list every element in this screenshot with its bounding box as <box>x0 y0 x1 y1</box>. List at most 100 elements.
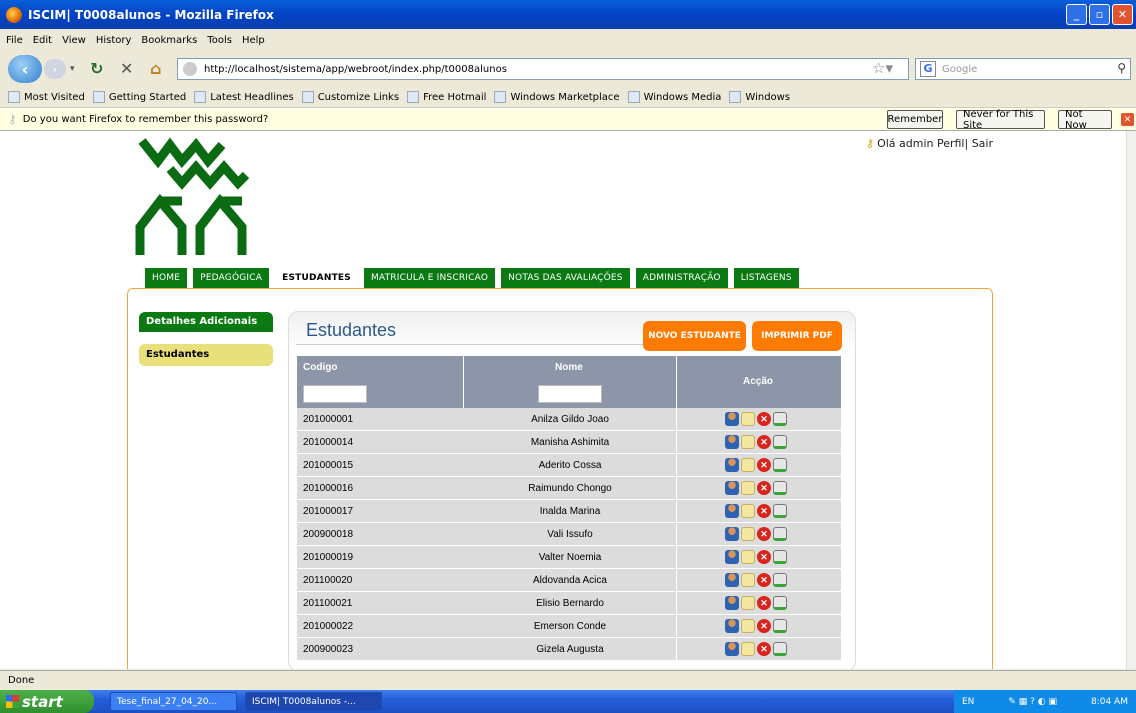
delete-icon[interactable]: ✕ <box>757 412 771 426</box>
edit-icon[interactable] <box>741 458 755 472</box>
edit-icon[interactable] <box>741 481 755 495</box>
print-icon[interactable] <box>773 550 787 564</box>
bookmark-item[interactable]: Getting Started <box>92 91 186 103</box>
bookmark-item[interactable]: Latest Headlines <box>194 91 294 103</box>
view-user-icon[interactable] <box>725 481 739 495</box>
menu-history[interactable]: History <box>96 35 132 46</box>
header-nome[interactable]: Nome <box>555 362 583 373</box>
not-now-button[interactable]: Not Now <box>1058 109 1112 131</box>
stop-icon[interactable]: ✕ <box>120 59 133 78</box>
tab-6[interactable]: LISTAGENS <box>733 268 799 288</box>
delete-icon[interactable]: ✕ <box>757 481 771 495</box>
bookmark-item[interactable]: Windows <box>729 91 790 103</box>
search-icon[interactable]: ⚲ <box>1117 61 1126 75</box>
bookmark-item[interactable]: Free Hotmail <box>407 91 486 103</box>
view-user-icon[interactable] <box>725 619 739 633</box>
tab-3[interactable]: MATRICULA E INSCRICAO <box>363 268 496 288</box>
tab-1[interactable]: PEDAGÓGICA <box>193 268 270 288</box>
view-user-icon[interactable] <box>725 527 739 541</box>
search-placeholder: Google <box>942 63 978 75</box>
back-button[interactable]: ‹ <box>8 55 42 83</box>
tray-icons[interactable]: ✎ ▦ ? ◐ ▣ <box>1008 697 1057 707</box>
edit-icon[interactable] <box>741 619 755 633</box>
view-user-icon[interactable] <box>725 504 739 518</box>
menu-help[interactable]: Help <box>242 35 265 46</box>
history-dropdown-icon[interactable]: ▾ <box>70 64 75 74</box>
delete-icon[interactable]: ✕ <box>757 527 771 541</box>
taskbar-item-firefox[interactable]: ISCIM| T0008alunos -... <box>245 692 382 711</box>
print-icon[interactable] <box>773 619 787 633</box>
edit-icon[interactable] <box>741 642 755 656</box>
view-user-icon[interactable] <box>725 573 739 587</box>
start-button[interactable]: start <box>0 690 94 713</box>
delete-icon[interactable]: ✕ <box>757 573 771 587</box>
edit-icon[interactable] <box>741 504 755 518</box>
maximize-button[interactable]: ▫ <box>1089 4 1110 25</box>
bookmark-item[interactable]: Customize Links <box>301 91 399 103</box>
url-bar[interactable]: http://localhost/sistema/app/webroot/ind… <box>177 58 909 80</box>
view-user-icon[interactable] <box>725 550 739 564</box>
tab-0[interactable]: HOME <box>145 268 188 288</box>
print-icon[interactable] <box>773 458 787 472</box>
edit-icon[interactable] <box>741 435 755 449</box>
view-user-icon[interactable] <box>725 435 739 449</box>
print-icon[interactable] <box>773 412 787 426</box>
forward-button[interactable]: › <box>44 59 66 79</box>
print-icon[interactable] <box>773 596 787 610</box>
header-codigo[interactable]: Codigo <box>303 362 337 373</box>
bookmark-item[interactable]: Most Visited <box>8 91 85 103</box>
print-icon[interactable] <box>773 435 787 449</box>
menu-bookmarks[interactable]: Bookmarks <box>141 35 197 46</box>
print-icon[interactable] <box>773 573 787 587</box>
view-user-icon[interactable] <box>725 458 739 472</box>
reload-icon[interactable]: ↻ <box>90 59 103 78</box>
view-user-icon[interactable] <box>725 596 739 610</box>
edit-icon[interactable] <box>741 412 755 426</box>
view-user-icon[interactable] <box>725 412 739 426</box>
user-greeting[interactable]: Olá admin Perfil| Sair <box>877 137 993 150</box>
taskbar-item-document[interactable]: Tese_final_27_04_20... <box>110 692 237 711</box>
filter-codigo-input[interactable] <box>303 385 367 403</box>
menu-edit[interactable]: Edit <box>33 35 52 46</box>
menu-file[interactable]: File <box>6 35 23 46</box>
delete-icon[interactable]: ✕ <box>757 596 771 610</box>
edit-icon[interactable] <box>741 527 755 541</box>
menu-tools[interactable]: Tools <box>207 35 232 46</box>
close-notification-icon[interactable]: ✕ <box>1121 113 1134 126</box>
close-button[interactable]: ✕ <box>1112 4 1133 25</box>
sidebar-details-header[interactable]: Detalhes Adicionais <box>139 312 273 332</box>
edit-icon[interactable] <box>741 573 755 587</box>
language-indicator[interactable]: EN <box>962 697 974 707</box>
remember-button[interactable]: Remember <box>887 110 943 129</box>
home-icon[interactable]: ⌂ <box>150 59 161 78</box>
edit-icon[interactable] <box>741 550 755 564</box>
never-for-this-site-button[interactable]: Never for This Site <box>956 109 1045 131</box>
tab-2[interactable]: ESTUDANTES <box>275 268 358 288</box>
tab-5[interactable]: ADMINISTRAÇÃO <box>635 268 728 288</box>
print-icon[interactable] <box>773 481 787 495</box>
filter-nome-input[interactable] <box>538 385 602 403</box>
sidebar-item-estudantes[interactable]: Estudantes <box>139 344 273 366</box>
print-icon[interactable] <box>773 642 787 656</box>
view-user-icon[interactable] <box>725 642 739 656</box>
print-pdf-button[interactable]: IMPRIMIR PDF <box>752 321 842 351</box>
delete-icon[interactable]: ✕ <box>757 642 771 656</box>
new-student-button[interactable]: NOVO ESTUDANTE <box>643 321 746 351</box>
print-icon[interactable] <box>773 527 787 541</box>
bookmark-item[interactable]: Windows Media <box>627 91 721 103</box>
delete-icon[interactable]: ✕ <box>757 504 771 518</box>
delete-icon[interactable]: ✕ <box>757 550 771 564</box>
bookmark-item[interactable]: Windows Marketplace <box>494 91 620 103</box>
delete-icon[interactable]: ✕ <box>757 619 771 633</box>
google-icon[interactable]: G <box>920 61 936 77</box>
print-icon[interactable] <box>773 504 787 518</box>
vertical-scrollbar[interactable] <box>1126 131 1136 669</box>
menu-view[interactable]: View <box>62 35 86 46</box>
bookmark-star-icon[interactable]: ☆▾ <box>872 59 893 77</box>
delete-icon[interactable]: ✕ <box>757 458 771 472</box>
delete-icon[interactable]: ✕ <box>757 435 771 449</box>
search-box[interactable]: G Google ⚲ <box>915 58 1131 80</box>
edit-icon[interactable] <box>741 596 755 610</box>
tab-4[interactable]: NOTAS DAS AVALIAÇÕES <box>501 268 630 288</box>
minimize-button[interactable]: _ <box>1066 4 1087 25</box>
